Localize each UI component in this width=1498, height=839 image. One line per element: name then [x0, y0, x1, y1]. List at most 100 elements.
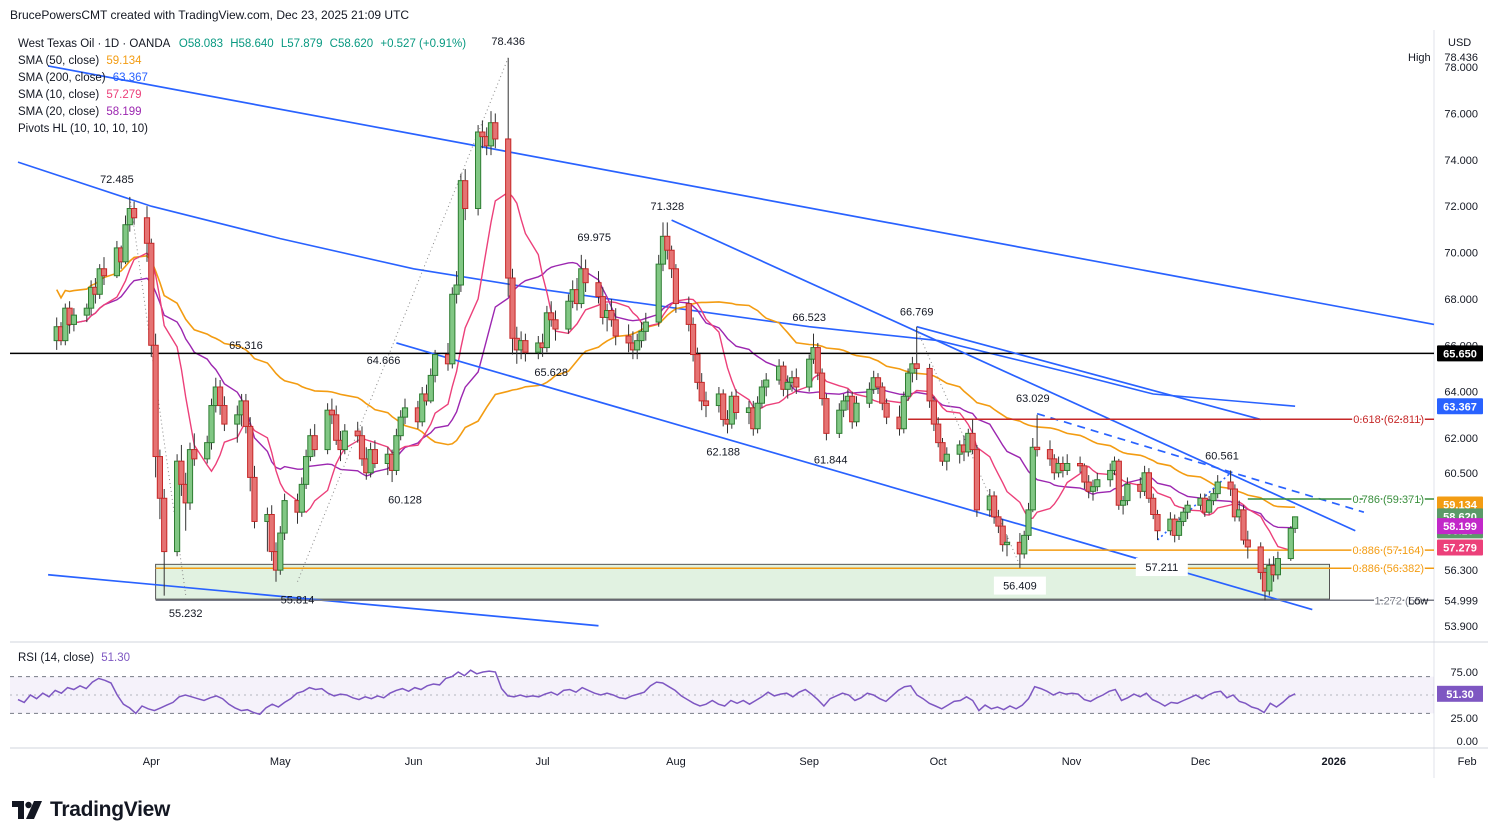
y-tick-label: 62.000 — [1444, 433, 1478, 445]
candle-body — [793, 377, 800, 388]
pivot-label-17: 60.561 — [1205, 450, 1239, 462]
candle-body — [943, 453, 950, 462]
legend-sma10[interactable]: SMA (10, close) 57.279 — [18, 87, 466, 104]
candle-body — [1154, 514, 1161, 532]
fib-label-3: 0.886 (56.382) — [1352, 563, 1424, 575]
sma10-label: SMA (10, close) — [18, 89, 100, 101]
price-badge-0: 78.436 — [1444, 52, 1478, 64]
pivot-label-6: 78.436 — [491, 36, 525, 48]
chart-frame[interactable]: 0.618 (62.811) 0.786 (59.371) 0.886 (57.16… — [10, 30, 1488, 778]
price-high-tag: High — [1408, 52, 1431, 64]
candle-body — [1046, 449, 1054, 460]
candle-body — [612, 319, 619, 337]
rsi-tick-label: 75.00 — [1450, 667, 1478, 679]
candle-body — [1107, 469, 1114, 481]
candle-body — [161, 497, 168, 553]
candle-body — [358, 435, 366, 460]
pivot-label-14: 63.029 — [1016, 393, 1050, 405]
candle-body — [883, 402, 890, 418]
candle-body — [178, 460, 185, 485]
candle-body — [1029, 446, 1036, 511]
pivot-label-4: 64.666 — [367, 355, 401, 367]
legend-pivots[interactable]: Pivots HL (10, 10, 10, 10) — [18, 121, 466, 138]
candle-body — [247, 425, 254, 478]
candle-body — [234, 414, 241, 425]
candle-body — [690, 323, 697, 356]
x-tick-label: Oct — [930, 756, 947, 768]
sma10-line — [56, 191, 1296, 552]
legend: West Texas Oil · 1D · OANDA O58.083 H58.… — [18, 36, 466, 138]
pivot-label-7: 65.628 — [534, 367, 568, 379]
pivot-label-9: 71.328 — [650, 201, 684, 213]
candle-body — [1094, 479, 1101, 488]
legend-sma50[interactable]: SMA (50, close) 59.134 — [18, 53, 466, 70]
ohlc-change: +0.527 (+0.91%) — [380, 38, 467, 50]
candle-body — [1115, 460, 1122, 506]
candle-body — [565, 300, 572, 330]
chart-credit: BrucePowersCMT created with TradingView.… — [10, 8, 410, 22]
sma20-value: 58.199 — [106, 106, 142, 118]
candle-body — [698, 381, 705, 402]
candle-body — [453, 284, 460, 295]
candle-body — [156, 456, 164, 499]
candle-body — [836, 409, 843, 434]
candle-body — [1244, 539, 1251, 548]
candle-body — [371, 449, 378, 465]
pivot-label-13: 66.769 — [900, 306, 934, 318]
pivots-label: Pivots HL (10, 10, 10, 10) — [18, 123, 148, 135]
candle-body — [217, 386, 224, 407]
candle-body — [152, 344, 159, 458]
ohlc-close: C58.620 — [329, 38, 374, 50]
candle-body — [552, 319, 559, 330]
currency-label[interactable]: USD — [1448, 37, 1471, 49]
candle-body — [397, 416, 404, 437]
footer: TradingView — [12, 798, 170, 822]
candle-body — [427, 374, 434, 402]
candle-body — [625, 335, 632, 344]
candle-body — [548, 312, 555, 321]
candle-body — [840, 400, 847, 411]
candle-body — [853, 402, 860, 423]
chart-svg[interactable]: 0.618 (62.811) 0.786 (59.371) 0.886 (57.16… — [10, 30, 1488, 778]
rsi-legend[interactable]: RSI (14, close) 51.30 — [18, 652, 130, 664]
candle-body — [479, 131, 486, 138]
pivot-label-3: 55.814 — [281, 594, 315, 606]
legend-sma20[interactable]: SMA (20, close) 58.199 — [18, 104, 466, 121]
candle-body — [1081, 465, 1088, 483]
candle-body — [1034, 446, 1041, 451]
candle-body — [268, 514, 275, 553]
candle-body — [298, 483, 305, 513]
legend-symbol-row[interactable]: West Texas Oil · 1D · OANDA O58.083 H58.… — [18, 36, 466, 53]
legend-sma200[interactable]: SMA (200, close) 63.367 — [18, 70, 466, 87]
candle-body — [638, 330, 645, 342]
candle-body — [608, 310, 615, 321]
pivot-label-0: 72.485 — [100, 174, 134, 186]
pivot-label-5: 60.128 — [388, 494, 422, 506]
fib-label-0: 0.618 (62.811) — [1353, 414, 1424, 426]
candle-body — [973, 449, 980, 511]
ohlc-high: H58.640 — [230, 38, 274, 50]
candle-body — [83, 307, 90, 316]
rsi-tick-label: 0.00 — [1457, 736, 1478, 748]
x-tick-label: Aug — [666, 756, 686, 768]
price-badge-6: 57.279 — [1443, 542, 1477, 554]
y-tick-label: 64.000 — [1444, 387, 1478, 399]
sma50-label: SMA (50, close) — [18, 55, 100, 67]
pivot-label-1: 55.232 — [169, 608, 203, 620]
pivot-label-15: 56.409 — [1003, 581, 1037, 593]
pivot-label-2: 65.316 — [229, 340, 263, 352]
candle-body — [100, 268, 108, 277]
candle-body — [905, 372, 912, 397]
sma200-value: 63.367 — [112, 72, 148, 84]
rsi-badge: 51.30 — [1446, 689, 1474, 701]
y-tick-label: 53.900 — [1444, 621, 1478, 633]
candle-body — [143, 217, 151, 244]
candle-body — [522, 340, 529, 353]
rsi-label: RSI (14, close) — [18, 652, 95, 664]
candle-body — [823, 398, 830, 434]
rsi-band — [10, 676, 1434, 714]
candle-body — [475, 131, 482, 209]
candle-body — [1214, 481, 1221, 495]
candle-body — [642, 321, 649, 332]
ohlc-open: O58.083 — [178, 38, 223, 50]
